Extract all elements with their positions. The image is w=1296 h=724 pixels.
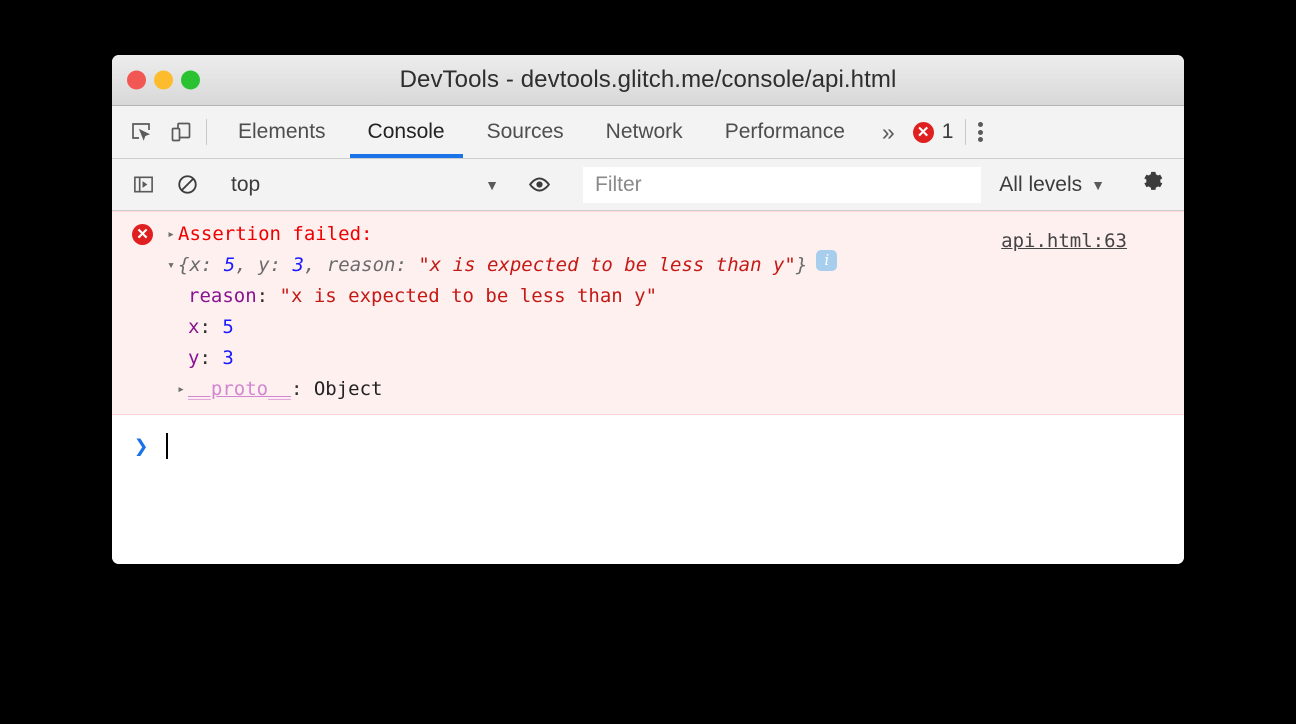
clear-console-icon[interactable] xyxy=(172,170,202,200)
window-titlebar: DevTools - devtools.glitch.me/console/ap… xyxy=(112,55,1184,106)
filter-input[interactable]: Filter xyxy=(583,166,982,203)
property-separator: : xyxy=(199,316,223,338)
preview-open-brace: { xyxy=(178,254,190,276)
devtools-menu-button[interactable] xyxy=(966,106,999,158)
text-cursor xyxy=(166,433,169,459)
property-value: 5 xyxy=(222,316,234,338)
tabbar-tool-icons xyxy=(112,106,206,158)
window-title: DevTools - devtools.glitch.me/console/ap… xyxy=(399,66,897,93)
inspect-element-icon[interactable] xyxy=(128,119,154,145)
log-level-label: All levels xyxy=(999,172,1083,196)
console-sidebar-icon[interactable] xyxy=(128,170,158,200)
preview-value-y: 3 xyxy=(292,254,304,276)
chevron-down-icon: ▼ xyxy=(485,176,499,193)
tab-performance[interactable]: Performance xyxy=(704,106,866,158)
preview-sep-2: : xyxy=(395,254,419,276)
property-value: 3 xyxy=(222,347,234,369)
devtools-tabs: Elements Console Sources Network Perform… xyxy=(217,106,866,158)
kebab-dots-icon xyxy=(978,120,984,145)
more-tabs-button[interactable]: » xyxy=(866,106,907,158)
devtools-window: DevTools - devtools.glitch.me/console/ap… xyxy=(112,55,1184,564)
property-separator: : xyxy=(199,347,223,369)
preview-sep-1: : xyxy=(269,254,293,276)
property-separator: : xyxy=(256,285,280,307)
preview-key-y: y xyxy=(258,254,270,276)
console-settings-button[interactable] xyxy=(1126,169,1184,200)
property-key: y xyxy=(188,347,200,369)
error-icon: ✕ xyxy=(912,121,934,143)
console-message-header[interactable]: ✕ ▸ Assertion failed: api.html:63 xyxy=(112,219,1184,252)
tab-sources[interactable]: Sources xyxy=(466,106,585,158)
expand-triangle-icon[interactable]: ▸ xyxy=(174,374,188,405)
error-count-label: 1 xyxy=(941,120,954,143)
object-property-row[interactable]: y: 3 xyxy=(112,343,1184,374)
preview-key-x: x xyxy=(189,254,201,276)
info-badge-icon[interactable]: i xyxy=(816,250,838,271)
prompt-chevron-icon: ❯ xyxy=(134,432,149,460)
tab-console[interactable]: Console xyxy=(347,106,466,158)
object-property-row[interactable]: x: 5 xyxy=(112,312,1184,343)
execution-context-selector[interactable]: top ▼ xyxy=(217,173,509,197)
proto-separator: : xyxy=(290,378,314,400)
preview-comma-0: , xyxy=(235,254,259,276)
console-message-error[interactable]: ✕ ▸ Assertion failed: api.html:63 ▾ {x: … xyxy=(112,211,1184,415)
property-key: x xyxy=(188,316,200,338)
execution-context-value: top xyxy=(231,172,261,196)
preview-key-reason: reason xyxy=(326,254,396,276)
eye-icon[interactable] xyxy=(524,170,554,200)
device-toolbar-icon[interactable] xyxy=(168,119,194,145)
tabbar-divider-1 xyxy=(206,119,207,145)
property-value: "x is expected to be less than y" xyxy=(279,285,658,307)
proto-value: Object xyxy=(313,378,383,400)
preview-close-brace: } xyxy=(795,254,808,276)
preview-comma-1: , xyxy=(303,254,327,276)
object-proto-row[interactable]: ▸ __proto__: Object xyxy=(112,374,1184,405)
devtools-tabbar: Elements Console Sources Network Perform… xyxy=(112,106,1184,159)
preview-value-x: 5 xyxy=(223,254,236,276)
tab-network[interactable]: Network xyxy=(585,106,704,158)
preview-sep-0: : xyxy=(200,254,224,276)
assertion-message-text: Assertion failed: xyxy=(178,223,373,245)
object-preview: {x: 5, y: 3, reason: "x is expected to b… xyxy=(178,250,807,281)
object-preview-row[interactable]: ▾ {x: 5, y: 3, reason: "x is expected to… xyxy=(112,250,1184,281)
console-body: ✕ ▸ Assertion failed: api.html:63 ▾ {x: … xyxy=(112,211,1184,564)
preview-value-reason: "x is expected to be less than y" xyxy=(418,254,796,276)
error-count-badge[interactable]: ✕ 1 xyxy=(907,106,966,158)
gear-icon xyxy=(1140,169,1166,200)
console-toolbar: top ▼ Filter All levels ▼ xyxy=(112,159,1184,211)
property-key: reason xyxy=(188,285,257,307)
proto-key: __proto__ xyxy=(188,378,291,400)
object-property-row[interactable]: reason: "x is expected to be less than y… xyxy=(112,281,1184,312)
expand-triangle-icon[interactable]: ▸ xyxy=(164,219,178,250)
collapse-triangle-icon[interactable]: ▾ xyxy=(164,250,178,281)
log-level-selector[interactable]: All levels ▼ xyxy=(981,173,1125,197)
tab-elements[interactable]: Elements xyxy=(217,106,347,158)
chevron-down-icon: ▼ xyxy=(1091,176,1105,193)
console-prompt[interactable]: ❯ xyxy=(112,415,1184,463)
error-icon: ✕ xyxy=(132,224,153,245)
